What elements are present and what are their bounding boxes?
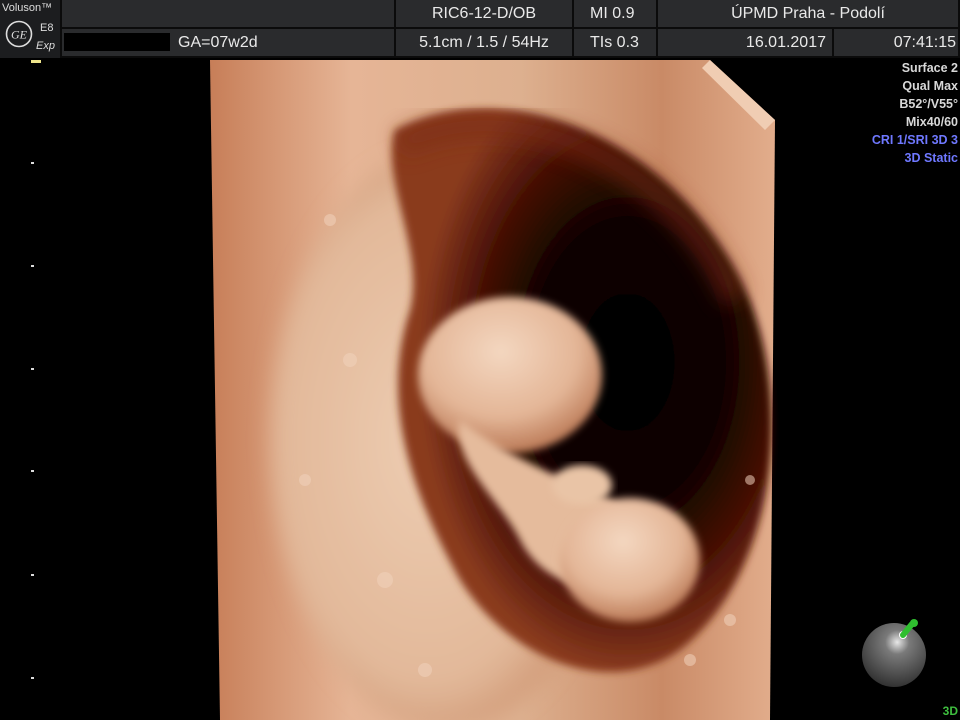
depth-tick (31, 574, 34, 576)
3d-volume-render[interactable] (210, 60, 780, 720)
model-label: E8 (40, 22, 54, 34)
date-label: 16.01.2017 (745, 33, 826, 51)
mode-3d-label: 3D (942, 704, 958, 718)
institution-label: ÚPMD Praha - Podolí (731, 4, 885, 22)
ge-logo-icon: GE (5, 20, 33, 48)
institution-cell: ÚPMD Praha - Podolí (658, 0, 960, 29)
probe-cell: RIC6-12-D/OB (396, 0, 574, 29)
depth-tick (31, 677, 34, 679)
time-label: 07:41:15 (893, 33, 956, 51)
probe-label: RIC6-12-D/OB (431, 4, 537, 22)
logo-area: Voluson™ GE E8 Exp (0, 0, 62, 58)
patient-name-redacted (64, 33, 170, 51)
depth-tick (31, 265, 34, 267)
mode-label: Exp (36, 40, 55, 52)
orientation-ball-icon[interactable] (860, 618, 930, 690)
brand-label: Voluson™ (2, 2, 53, 14)
time-cell: 07:41:15 (834, 29, 960, 58)
depth-scale-focus-marker (31, 60, 41, 63)
depth-tick (31, 162, 34, 164)
param-mix: Mix40/60 (905, 115, 958, 129)
limb-bud (552, 465, 612, 505)
mi-cell: MI 0.9 (574, 0, 658, 29)
svg-text:GE: GE (11, 28, 28, 42)
mi-value: MI 0.9 (590, 4, 635, 22)
header-bar: Voluson™ GE E8 Exp RIC6-12-D/OB MI 0.9 Ú… (0, 0, 960, 58)
gestational-age: GA=07w2d (178, 33, 258, 51)
header-cell-blank (62, 0, 396, 29)
probe-params-cell: 5.1cm / 1.5 / 54Hz (396, 29, 574, 58)
tis-value: TIs 0.3 (590, 33, 639, 51)
depth-tick (31, 470, 34, 472)
date-cell: 16.01.2017 (658, 29, 834, 58)
embryo-lower-body (560, 498, 700, 622)
probe-params: 5.1cm / 1.5 / 54Hz (419, 33, 549, 51)
param-surface: Surface 2 (901, 61, 958, 75)
render-params-panel: Surface 2 Qual Max B52°/V55° Mix40/60 CR… (872, 59, 958, 167)
param-cri-sri: CRI 1/SRI 3D 3 (871, 133, 958, 147)
param-3d-static: 3D Static (904, 151, 959, 165)
param-angles: B52°/V55° (899, 97, 958, 111)
param-quality: Qual Max (902, 79, 958, 93)
tis-cell: TIs 0.3 (574, 29, 658, 58)
depth-tick (31, 368, 34, 370)
embryo-head (418, 297, 602, 453)
